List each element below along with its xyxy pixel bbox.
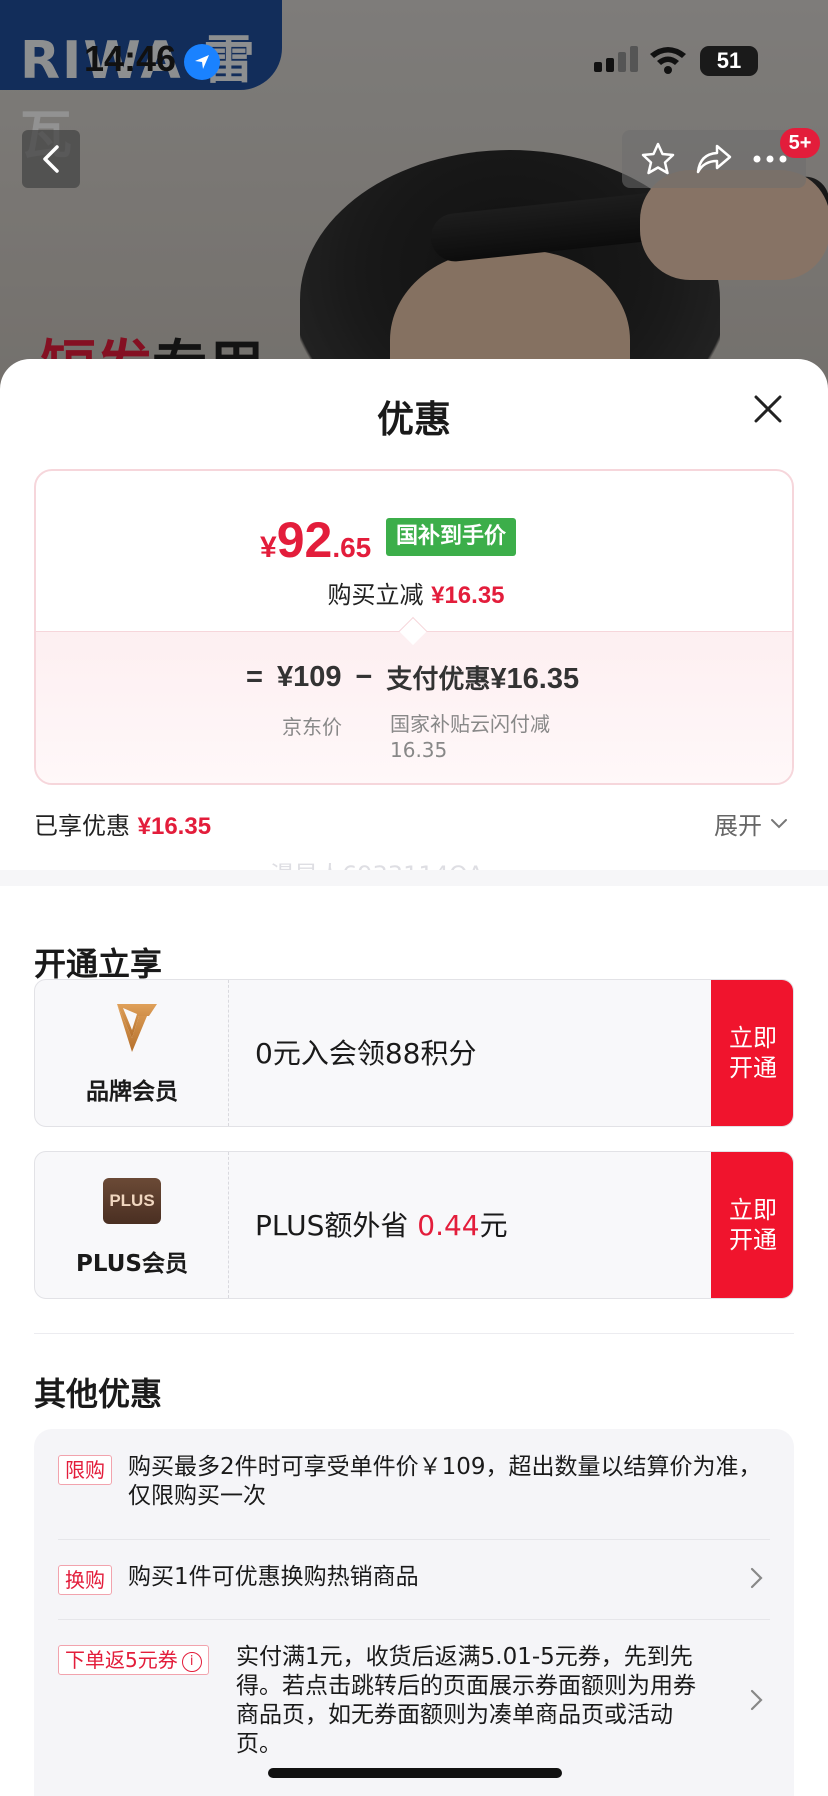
close-icon[interactable]	[748, 389, 788, 429]
location-arrow-icon	[184, 44, 220, 80]
buy-reduce-label: 购买立减	[327, 581, 424, 609]
enjoyed-label: 已享优惠	[34, 812, 130, 840]
chevron-down-icon	[771, 818, 787, 828]
purchase-limit-tag: 限购	[58, 1455, 112, 1485]
more-icon	[753, 155, 787, 163]
plus-desc-prefix: PLUS额外省	[255, 1209, 409, 1242]
exchange-text: 购买1件可优惠换购热销商品	[128, 1564, 419, 1590]
discount-caption: 国家补贴云闪付减16.35	[390, 712, 550, 762]
top-actions-bar	[622, 130, 806, 188]
final-price-decimal: .65	[332, 532, 372, 563]
share-button[interactable]	[694, 139, 734, 179]
base-price: ¥109	[276, 661, 342, 693]
payment-discount-amount: ¥16.35	[490, 663, 580, 695]
section-separator	[0, 870, 828, 886]
plus-member-card[interactable]: PLUS PLUS会员 PLUS额外省 0.44元 立即开通	[34, 1151, 794, 1299]
brand-member-badge: 品牌会员	[35, 980, 229, 1126]
brand-member-desc: 0元入会领88积分	[255, 1037, 477, 1070]
enjoyed-discount: 已享优惠 ¥16.35	[34, 806, 211, 841]
other-section-title: 其他优惠	[34, 1375, 163, 1413]
star-icon	[641, 142, 675, 175]
signal-icon	[594, 46, 638, 72]
status-bar: 14:46 51	[0, 0, 828, 100]
expand-label: 展开	[714, 812, 762, 840]
price-card: ¥92.65 国补到手价 购买立减 ¥16.35 = ¥109 − 支付优惠¥1…	[34, 469, 794, 785]
list-separator	[58, 1619, 770, 1620]
buy-reduce-amount: ¥16.35	[431, 582, 505, 609]
buy-reduce-line: 购买立减 ¥16.35	[36, 575, 792, 610]
brand-member-open-button[interactable]: 立即开通	[711, 980, 793, 1126]
battery-indicator: 51	[700, 46, 758, 76]
minus-sign: −	[355, 661, 373, 693]
list-separator	[58, 1539, 770, 1540]
chevron-right-icon	[750, 1567, 763, 1589]
final-price: ¥92.65	[260, 511, 371, 569]
expand-button[interactable]: 展开	[714, 806, 788, 841]
final-price-currency: ¥	[260, 531, 277, 564]
other-discounts-list: 限购 购买最多2件时可享受单件价￥109，超出数量以结算价为准，仅限购买一次 换…	[34, 1429, 794, 1796]
brand-member-name: 品牌会员	[86, 1079, 178, 1105]
notification-badge: 5+	[780, 128, 820, 158]
sheet-title: 优惠	[377, 398, 451, 441]
equals-sign: =	[246, 661, 263, 693]
base-price-caption: 京东价	[282, 715, 342, 739]
brand-member-card[interactable]: 品牌会员 0元入会领88积分 立即开通	[34, 979, 794, 1127]
wifi-icon	[650, 47, 686, 74]
plus-logo: PLUS	[103, 1178, 161, 1224]
share-icon	[696, 144, 732, 174]
chevron-right-icon	[750, 1689, 763, 1711]
plus-member-badge: PLUS PLUS会员	[35, 1152, 229, 1298]
coupon-return-text: 实付满1元，收货后返满5.01-5元券，先到先得。若点击跳转后的页面展示券面额则…	[236, 1644, 696, 1757]
favorite-button[interactable]	[638, 139, 678, 179]
divider	[34, 1333, 794, 1334]
brand-v-icon	[107, 1004, 157, 1052]
coupon-return-tag-label: 下单返5元券	[65, 1648, 178, 1672]
plus-member-open-button[interactable]: 立即开通	[711, 1152, 793, 1298]
plus-desc-amount: 0.44	[417, 1209, 480, 1242]
plus-desc-suffix: 元	[479, 1209, 508, 1242]
discount-sheet: 优惠 ¥92.65 国补到手价 购买立减 ¥16.35 = ¥109 − 支付优…	[0, 359, 828, 1796]
exchange-tag: 换购	[58, 1565, 112, 1595]
payment-discount-label: 支付优惠	[386, 665, 491, 695]
final-price-integer: 92	[276, 512, 333, 568]
plus-member-name: PLUS会员	[76, 1251, 188, 1277]
price-calculation: = ¥109 − 支付优惠¥16.35	[246, 659, 579, 696]
home-indicator	[268, 1768, 562, 1778]
plus-member-desc: PLUS额外省 0.44元	[255, 1204, 508, 1244]
coupon-return-tag: 下单返5元券 i	[58, 1645, 209, 1675]
back-icon	[43, 145, 59, 173]
enjoyed-amount: ¥16.35	[137, 813, 212, 840]
info-icon[interactable]: i	[181, 1651, 202, 1672]
status-time: 14:46	[84, 38, 177, 79]
purchase-limit-text: 购买最多2件时可享受单件价￥109，超出数量以结算价为准，仅限购买一次	[128, 1454, 762, 1509]
subsidy-price-tag: 国补到手价	[386, 518, 517, 556]
back-button[interactable]	[22, 130, 80, 188]
